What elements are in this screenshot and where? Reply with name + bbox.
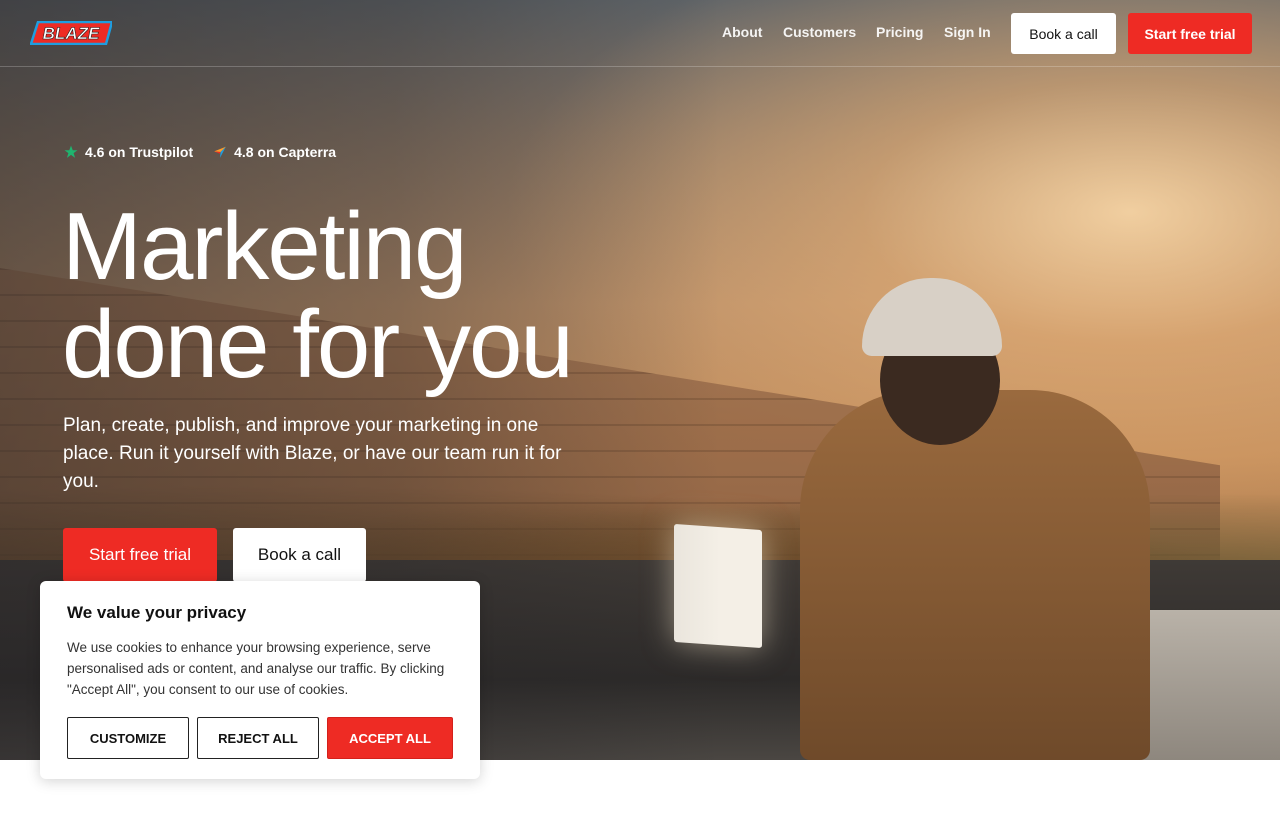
top-navigation: BLAZE About Customers Pricing Sign In Bo…: [0, 0, 1280, 67]
hero-book-call-button[interactable]: Book a call: [233, 528, 366, 582]
capterra-rating-text: 4.8 on Capterra: [234, 144, 337, 160]
hero-background-truck-tailgate: [1130, 610, 1280, 760]
ratings-bar: 4.6 on Trustpilot 4.8 on Capterra: [64, 144, 356, 160]
cookie-reject-all-button[interactable]: REJECT ALL: [197, 717, 319, 759]
cookie-consent-banner: We value your privacy We use cookies to …: [40, 581, 480, 779]
cookie-customize-button[interactable]: CUSTOMIZE: [67, 717, 189, 759]
nav-link-about[interactable]: About: [722, 24, 762, 40]
nav-link-pricing[interactable]: Pricing: [876, 24, 923, 40]
capterra-arrow-icon: [214, 146, 226, 158]
trustpilot-star-icon: [64, 145, 78, 158]
nav-link-customers[interactable]: Customers: [783, 24, 856, 40]
hero-person-figure: [800, 390, 1150, 760]
capterra-rating: 4.8 on Capterra: [213, 144, 336, 160]
nav-link-sign-in[interactable]: Sign In: [944, 24, 991, 40]
blaze-logo[interactable]: BLAZE: [29, 20, 114, 46]
hero-headline-line-1: Marketing: [62, 193, 467, 300]
trustpilot-rating: 4.6 on Trustpilot: [64, 144, 193, 160]
nav-book-call-button[interactable]: Book a call: [1011, 13, 1116, 54]
cookie-banner-title: We value your privacy: [67, 603, 247, 622]
cookie-banner-body: We use cookies to enhance your browsing …: [67, 640, 445, 697]
trustpilot-rating-text: 4.6 on Trustpilot: [85, 144, 194, 160]
nav-start-trial-button[interactable]: Start free trial: [1128, 13, 1252, 54]
cookie-accept-all-button[interactable]: ACCEPT ALL: [327, 717, 453, 759]
hero-headline-line-2: done for you: [62, 291, 574, 398]
blaze-logo-text: BLAZE: [43, 24, 100, 43]
blaze-logo-icon: BLAZE: [29, 20, 114, 46]
hero-subheadline: Plan, create, publish, and improve your …: [63, 415, 562, 492]
hero-headline: Marketing done for you: [62, 193, 574, 398]
hero-start-trial-button[interactable]: Start free trial: [63, 528, 217, 582]
